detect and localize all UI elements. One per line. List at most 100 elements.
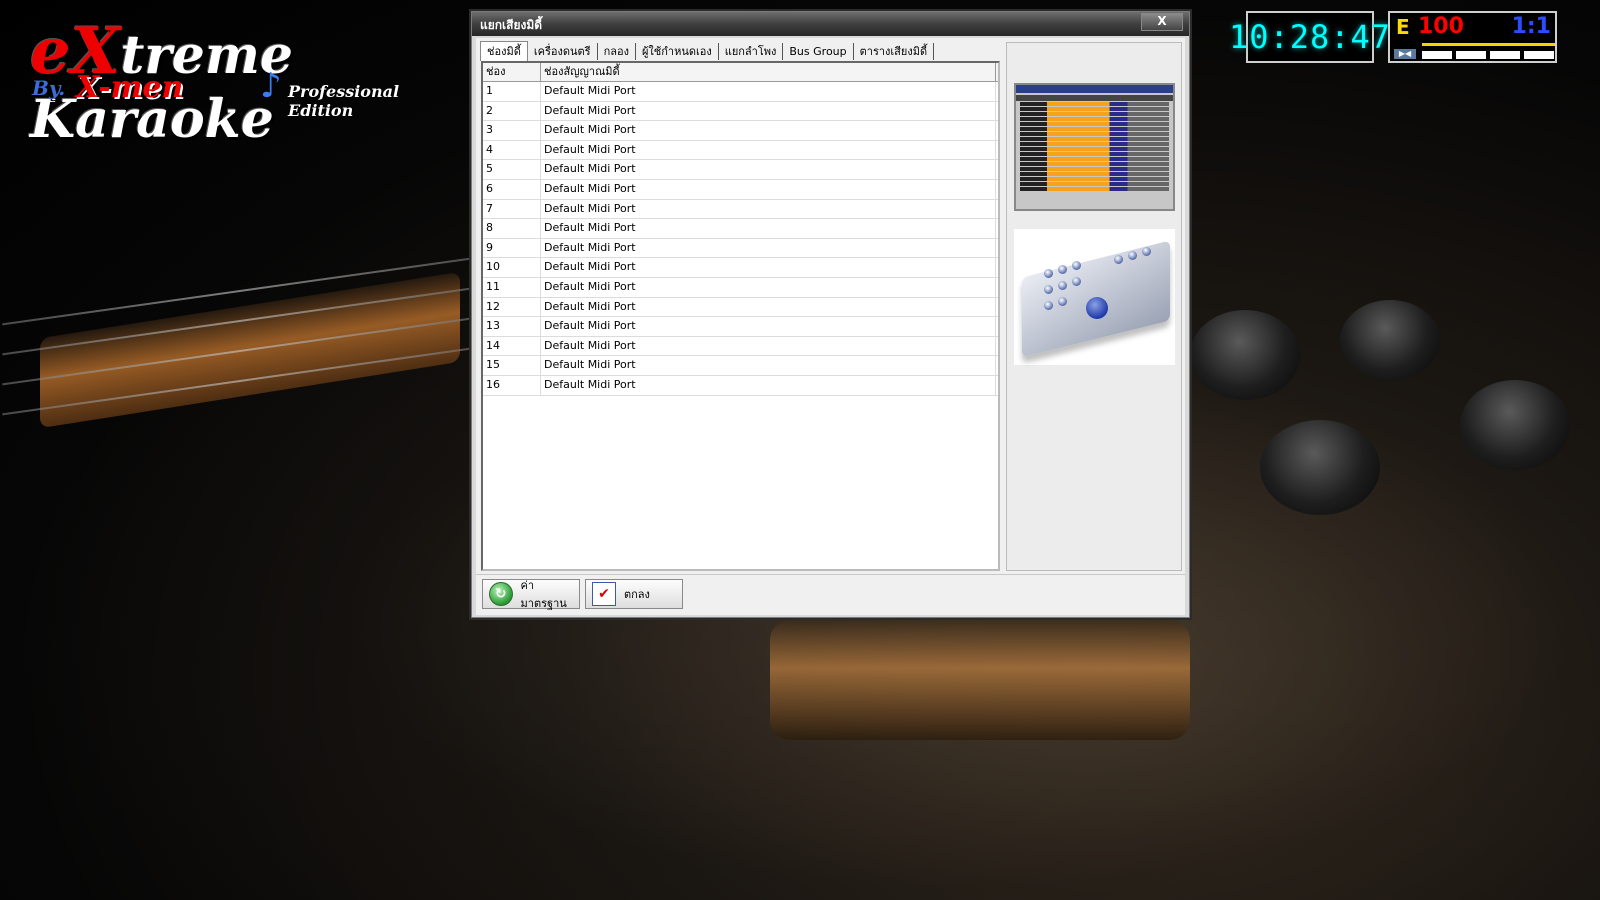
midi-port-cell[interactable]: Default Midi Port xyxy=(541,258,996,277)
table-row[interactable]: 15 Default Midi Port xyxy=(483,356,998,376)
tab-user-defined[interactable]: ผู้ใช้กำหนดเอง xyxy=(636,43,719,60)
logo-edition: Professional Edition xyxy=(288,82,400,120)
tab-drum[interactable]: กลอง xyxy=(598,43,636,60)
table-row[interactable]: 4 Default Midi Port xyxy=(483,140,998,161)
background-knob xyxy=(1340,300,1440,380)
table-row[interactable]: 5 Default Midi Port xyxy=(483,160,998,180)
midi-port-cell[interactable]: Default Midi Port xyxy=(541,336,996,356)
reset-icon: ↻ xyxy=(489,582,513,606)
level-segment xyxy=(1524,51,1554,59)
background-knob xyxy=(1260,420,1380,515)
channel-cell: 10 xyxy=(483,258,541,277)
dialog-body: ช่องมิดี้ เครื่องดนตรี กลอง ผู้ใช้กำหนดเ… xyxy=(476,38,1185,615)
logo-by: By. xyxy=(32,76,66,100)
ok-button[interactable]: ✔ ตกลง xyxy=(585,579,683,609)
midi-port-cell[interactable]: Default Midi Port xyxy=(541,82,996,101)
channel-cell: 3 xyxy=(483,121,541,140)
tab-midi-sound-table[interactable]: ตารางเสียงมิดี้ xyxy=(854,43,935,60)
preview-panel xyxy=(1006,42,1182,571)
background-bridge xyxy=(770,620,1190,740)
table-row[interactable]: 13 Default Midi Port xyxy=(483,317,998,337)
default-button[interactable]: ↻ ค่ามาตรฐาน xyxy=(482,579,580,610)
channel-cell: 7 xyxy=(483,199,541,219)
midi-port-cell[interactable]: Default Midi Port xyxy=(541,101,996,121)
channel-cell: 1 xyxy=(483,82,541,101)
table-row[interactable]: 1 Default Midi Port xyxy=(483,82,998,102)
clock-time: 10:28:47 xyxy=(1228,18,1392,56)
column-header-channel[interactable]: ช่อง xyxy=(483,63,541,81)
sound-canvas-screenshot xyxy=(1014,83,1175,211)
midi-port-cell[interactable]: Default Midi Port xyxy=(541,179,996,199)
tab-midi-channel[interactable]: ช่องมิดี้ xyxy=(480,41,528,61)
midi-port-cell[interactable]: Default Midi Port xyxy=(541,238,996,258)
table-row[interactable]: 12 Default Midi Port xyxy=(483,297,998,318)
midi-port-cell[interactable]: Default Midi Port xyxy=(541,375,996,395)
midi-split-dialog: แยกเสียงมิดี้ X ช่องมิดี้ เครื่องดนตรี ก… xyxy=(471,11,1190,618)
level-segment xyxy=(1490,51,1520,59)
dialog-titlebar[interactable]: แยกเสียงมิดี้ X xyxy=(472,12,1189,36)
tab-instrument[interactable]: เครื่องดนตรี xyxy=(528,43,598,60)
tab-bar: ช่องมิดี้ เครื่องดนตรี กลอง ผู้ใช้กำหนดเ… xyxy=(480,41,935,61)
table-row[interactable]: 10 Default Midi Port xyxy=(483,258,998,278)
table-row[interactable]: 2 Default Midi Port xyxy=(483,101,998,122)
channel-cell: 15 xyxy=(483,356,541,375)
tab-speaker-split[interactable]: แยกลำโพง xyxy=(719,43,784,60)
midi-port-cell[interactable]: Default Midi Port xyxy=(541,199,996,219)
close-button[interactable]: X xyxy=(1141,13,1183,31)
midi-port-cell[interactable]: Default Midi Port xyxy=(541,140,996,160)
background-knob xyxy=(1460,380,1570,470)
channel-cell: 9 xyxy=(483,238,541,258)
midi-port-cell[interactable]: Default Midi Port xyxy=(541,317,996,336)
background-knob xyxy=(1190,310,1300,400)
table-row[interactable]: 3 Default Midi Port xyxy=(483,121,998,141)
play-pause-icon[interactable]: ▶◀ xyxy=(1394,49,1416,59)
digital-clock: 10:28:47 xyxy=(1229,11,1390,63)
channel-cell: 11 xyxy=(483,277,541,297)
table-row[interactable]: 6 Default Midi Port xyxy=(483,179,998,200)
score-letter: E xyxy=(1396,15,1410,39)
background-watermark-sub xyxy=(40,830,48,849)
app-logo: eXtreme Karaoke By. X-men ♪ Professional… xyxy=(30,14,450,150)
dialog-footer: ↻ ค่ามาตรฐาน ✔ ตกลง xyxy=(476,574,1185,615)
midi-port-cell[interactable]: Default Midi Port xyxy=(541,297,996,317)
logo-xmen: X-men xyxy=(76,70,184,105)
table-body: 1 Default Midi Port 2 Default Midi Port 3 Def… xyxy=(483,82,998,396)
table-header: ช่อง ช่องสัญญาณมิดี้ xyxy=(483,63,998,82)
table-row[interactable]: 8 Default Midi Port xyxy=(483,219,998,239)
tab-bus-group[interactable]: Bus Group xyxy=(783,43,854,60)
channel-cell: 4 xyxy=(483,140,541,160)
score-panel: E 100 1:1 ▶◀ xyxy=(1388,11,1557,63)
midi-port-cell[interactable]: Default Midi Port xyxy=(541,356,996,375)
level-segment xyxy=(1422,51,1452,59)
channel-cell: 16 xyxy=(483,375,541,395)
channel-cell: 8 xyxy=(483,219,541,238)
channel-cell: 12 xyxy=(483,297,541,317)
ok-button-label: ตกลง xyxy=(624,588,650,601)
midi-port-cell[interactable]: Default Midi Port xyxy=(541,219,996,238)
table-row[interactable]: 16 Default Midi Port xyxy=(483,375,998,396)
level-segment xyxy=(1456,51,1486,59)
dialog-title: แยกเสียงมิดี้ xyxy=(480,18,543,32)
midi-port-cell[interactable]: Default Midi Port xyxy=(541,277,996,297)
channel-cell: 6 xyxy=(483,179,541,199)
table-row[interactable]: 9 Default Midi Port xyxy=(483,238,998,259)
music-note-icon: ♪ xyxy=(260,66,282,106)
audio-mixer-image xyxy=(1014,229,1175,365)
table-row[interactable]: 7 Default Midi Port xyxy=(483,199,998,220)
midi-port-cell[interactable]: Default Midi Port xyxy=(541,160,996,179)
channel-cell: 2 xyxy=(483,101,541,121)
checklist-icon: ✔ xyxy=(592,582,616,606)
column-header-midi-port[interactable]: ช่องสัญญาณมิดี้ xyxy=(541,63,996,81)
score-bar xyxy=(1422,43,1555,46)
background-watermark xyxy=(40,770,56,824)
default-button-label: ค่ามาตรฐาน xyxy=(520,579,567,610)
midi-port-cell[interactable]: Default Midi Port xyxy=(541,121,996,140)
channel-cell: 13 xyxy=(483,317,541,336)
score-ratio: 1:1 xyxy=(1511,14,1551,39)
channel-cell: 5 xyxy=(483,160,541,179)
midi-channel-table: ช่อง ช่องสัญญาณมิดี้ 1 Default Midi Port 2… xyxy=(481,61,1000,571)
table-row[interactable]: 14 Default Midi Port xyxy=(483,336,998,357)
score-points: 100 xyxy=(1418,14,1464,39)
table-row[interactable]: 11 Default Midi Port xyxy=(483,277,998,298)
channel-cell: 14 xyxy=(483,336,541,356)
